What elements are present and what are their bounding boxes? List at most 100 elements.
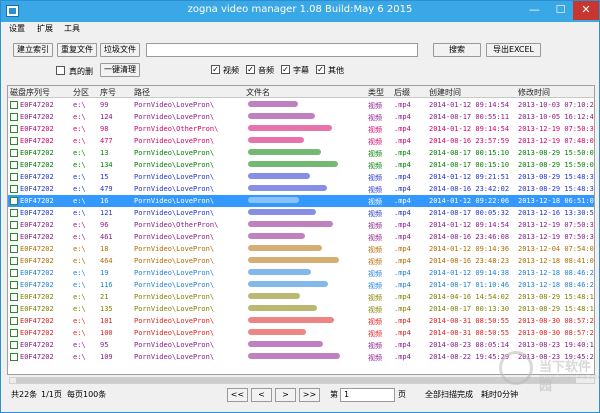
cell-type: 视频	[368, 342, 382, 350]
search-button[interactable]: 搜索	[433, 43, 481, 57]
cell-path: PornVideo\LovePron\	[134, 173, 215, 181]
one-click-clean-button[interactable]: 一键清理	[100, 63, 140, 77]
table-row[interactable]: E0F47202 e:\ 98 PornVideo\OtherPron\ 视频 .mp4 2…	[8, 123, 594, 135]
cell-filename-blurred	[248, 281, 328, 287]
cell-index: 100	[100, 329, 113, 337]
page-number-input[interactable]: 1	[340, 388, 395, 402]
title-bar[interactable]: zogna video manager 1.08 Build:May 6 201…	[1, 1, 599, 22]
row-checkbox[interactable]	[10, 185, 18, 193]
junk-files-button[interactable]: 垃圾文件	[100, 43, 140, 57]
col-filename[interactable]: 文件名	[246, 87, 270, 98]
table-row[interactable]: E0F47202 e:\ 15 PornVideo\LovePron\ 视频 .mp4 20…	[8, 171, 594, 183]
table-row[interactable]: E0F47202 e:\ 95 PornVideo\LovePron\ 视频 .mp4 20…	[8, 339, 594, 351]
row-checkbox[interactable]	[10, 161, 18, 169]
table-row[interactable]: E0F47202 e:\ 461 PornVideo\LovePron\ 视频 .mp4 2…	[8, 231, 594, 243]
row-checkbox[interactable]	[10, 233, 18, 241]
table-row[interactable]: E0F47202 e:\ 134 PornVideo\LovePron\ 视频 .mp4 2…	[8, 159, 594, 171]
total-count: 共22条	[11, 390, 38, 399]
row-checkbox[interactable]	[10, 353, 18, 361]
table-row[interactable]: E0F47202 e:\ 99 PornVideo\LovePron\ 视频 .mp4 20…	[8, 99, 594, 111]
search-input[interactable]	[146, 43, 418, 57]
cell-created-time: 2014-08-17 00:55:11	[429, 113, 510, 121]
table-row[interactable]: E0F47202 e:\ 479 PornVideo\LovePron\ 视频 .mp4 2…	[8, 183, 594, 195]
col-partition[interactable]: 分区	[73, 87, 89, 98]
row-checkbox[interactable]	[10, 257, 18, 265]
col-type[interactable]: 类型	[368, 87, 384, 98]
cell-index: 135	[100, 305, 113, 313]
watermark: 当下软件园 www.downxia.com	[499, 351, 600, 411]
prev-page-button[interactable]: <	[251, 388, 272, 402]
row-checkbox[interactable]	[10, 209, 18, 217]
table-row[interactable]: E0F47202 e:\ 18 PornVideo\LovePron\ 视频 .mp4 20…	[8, 243, 594, 255]
table-row[interactable]: E0F47202 e:\ 135 PornVideo\LovePron\ 视频 .mp4 2…	[8, 303, 594, 315]
table-row[interactable]: E0F47202 e:\ 477 PornVideo\LovePron\ 视频 .mp4 2…	[8, 135, 594, 147]
row-checkbox[interactable]	[10, 149, 18, 157]
row-checkbox[interactable]	[10, 173, 18, 181]
menu-extensions[interactable]: 扩展	[37, 23, 53, 34]
table-row[interactable]: E0F47202 e:\ 464 PornVideo\LovePron\ 视频 .mp4 2…	[8, 255, 594, 267]
cell-path: PornVideo\LovePron\	[134, 353, 215, 361]
col-ext[interactable]: 后缀	[394, 87, 410, 98]
table-row[interactable]: E0F47202 e:\ 101 PornVideo\LovePron\ 视频 .mp4 2…	[8, 315, 594, 327]
cell-created-time: 2014-08-31 08:50:55	[429, 329, 510, 337]
other-filter-checkbox[interactable]: ✓	[316, 65, 325, 74]
cell-filename-blurred	[248, 221, 333, 227]
minimize-button[interactable]: —	[521, 1, 548, 20]
row-checkbox[interactable]	[10, 281, 18, 289]
row-checkbox[interactable]	[10, 305, 18, 313]
table-row[interactable]: E0F47202 e:\ 100 PornVideo\LovePron\ 视频 .mp4 2…	[8, 327, 594, 339]
row-checkbox[interactable]	[10, 293, 18, 301]
row-checkbox[interactable]	[10, 137, 18, 145]
cell-index: 98	[100, 125, 109, 133]
row-checkbox[interactable]	[10, 269, 18, 277]
table-row[interactable]: E0F47202 e:\ 96 PornVideo\OtherPron\ 视频 .mp4 2…	[8, 219, 594, 231]
cell-ext: .mp4	[394, 113, 411, 121]
next-page-button[interactable]: >	[275, 388, 296, 402]
col-disk-serial[interactable]: 磁盘序列号	[10, 87, 50, 98]
cell-partition: e:\	[73, 101, 86, 109]
col-modified[interactable]: 修改时间	[518, 87, 550, 98]
table-row[interactable]: E0F47202 e:\ 16 PornVideo\LovePron\ 视频 .mp4 20…	[8, 195, 594, 207]
cell-path: PornVideo\LovePron\	[134, 209, 215, 217]
table-row[interactable]: E0F47202 e:\ 13 PornVideo\LovePron\ 视频 .mp4 20…	[8, 147, 594, 159]
table-row[interactable]: E0F47202 e:\ 19 PornVideo\LovePron\ 视频 .mp4 20…	[8, 267, 594, 279]
cell-filename-blurred	[248, 341, 323, 347]
last-page-button[interactable]: >>	[299, 388, 320, 402]
table-row[interactable]: E0F47202 e:\ 121 PornVideo\LovePron\ 视频 .mp4 2…	[8, 207, 594, 219]
col-created[interactable]: 创建时间	[429, 87, 461, 98]
cell-modified-time: 2013-12-18 06:51:0	[518, 197, 594, 205]
maximize-button[interactable]: ☐	[547, 1, 574, 20]
table-row[interactable]: E0F47202 e:\ 124 PornVideo\LovePron\ 视频 .mp4 2…	[8, 111, 594, 123]
build-index-button[interactable]: 建立索引	[13, 43, 53, 57]
row-checkbox[interactable]	[10, 125, 18, 133]
first-page-button[interactable]: <<	[227, 388, 248, 402]
duplicate-files-button[interactable]: 重复文件	[57, 43, 97, 57]
cell-index: 109	[100, 353, 113, 361]
row-checkbox[interactable]	[10, 221, 18, 229]
row-checkbox[interactable]	[10, 245, 18, 253]
file-table[interactable]: 磁盘序列号 分区 序号 路径 文件名 类型 后缀 创建时间 修改时间 E0F47…	[7, 85, 595, 375]
cell-type: 视频	[368, 114, 382, 122]
subtitle-filter-checkbox[interactable]: ✓	[281, 65, 290, 74]
row-checkbox[interactable]	[10, 329, 18, 337]
row-checkbox[interactable]	[10, 101, 18, 109]
cell-disk-serial: E0F47202	[20, 221, 54, 229]
col-path[interactable]: 路径	[134, 87, 150, 98]
close-button[interactable]: ✕	[573, 1, 599, 20]
cell-path: PornVideo\LovePron\	[134, 281, 215, 289]
scrollbar-thumb[interactable]	[16, 378, 576, 383]
row-checkbox[interactable]	[10, 317, 18, 325]
menu-tools[interactable]: 工具	[64, 23, 80, 34]
audio-filter-checkbox[interactable]: ✓	[246, 65, 255, 74]
table-row[interactable]: E0F47202 e:\ 116 PornVideo\LovePron\ 视频 .mp4 2…	[8, 279, 594, 291]
video-filter-checkbox[interactable]: ✓	[211, 65, 220, 74]
col-index[interactable]: 序号	[100, 87, 116, 98]
table-row[interactable]: E0F47202 e:\ 21 PornVideo\LovePron\ 视频 .mp4 20…	[8, 291, 594, 303]
menu-settings[interactable]: 设置	[9, 23, 25, 34]
row-checkbox[interactable]	[10, 113, 18, 121]
export-excel-button[interactable]: 导出EXCEL	[486, 43, 541, 57]
row-checkbox[interactable]	[10, 341, 18, 349]
row-checkbox[interactable]	[10, 197, 18, 205]
cell-path: PornVideo\LovePron\	[134, 305, 215, 313]
true-delete-checkbox[interactable]	[56, 66, 65, 75]
